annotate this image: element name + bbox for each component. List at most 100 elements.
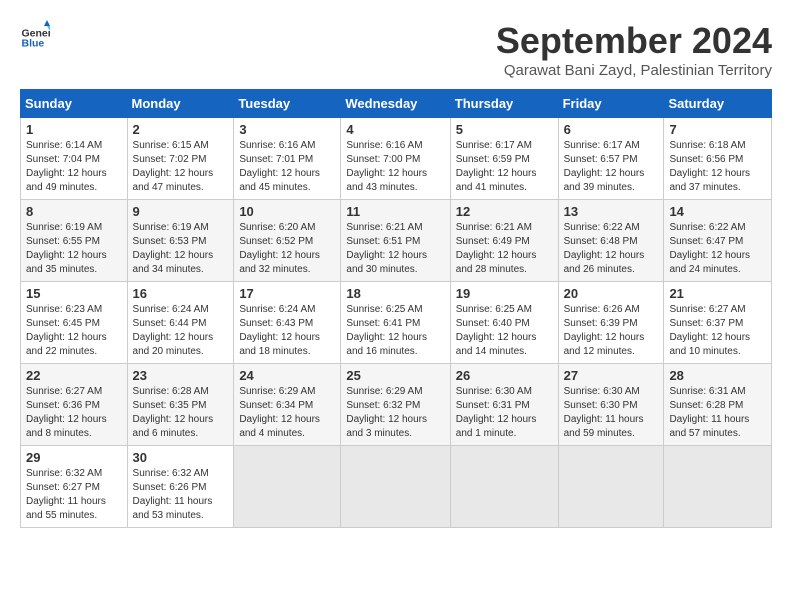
day-header-monday: Monday: [127, 90, 234, 118]
day-info: Sunrise: 6:19 AM Sunset: 6:53 PM Dayligh…: [133, 221, 229, 277]
calendar-week-4: 22 Sunrise: 6:27 AM Sunset: 6:36 PM Dayli…: [21, 364, 772, 446]
day-info: Sunrise: 6:27 AM Sunset: 6:37 PM Dayligh…: [669, 303, 766, 359]
calendar-cell: 17Sunrise: 6:24 AM Sunset: 6:43 PM Dayli…: [234, 282, 341, 364]
calendar-week-3: 15 Sunrise: 6:23 AM Sunset: 6:45 PM Dayli…: [21, 282, 772, 364]
calendar-cell: 9 Sunrise: 6:19 AM Sunset: 6:53 PM Daylig…: [127, 200, 234, 282]
day-info: Sunrise: 6:30 AM Sunset: 6:30 PM Dayligh…: [564, 385, 659, 441]
day-number: 22: [26, 368, 122, 383]
calendar-cell: 23 Sunrise: 6:28 AM Sunset: 6:35 PM Dayli…: [127, 364, 234, 446]
calendar-header-row: SundayMondayTuesdayWednesdayThursdayFrid…: [21, 90, 772, 118]
day-number: 7: [669, 122, 766, 137]
day-info: Sunrise: 6:25 AM Sunset: 6:41 PM Dayligh…: [346, 303, 444, 359]
calendar-week-1: 1 Sunrise: 6:14 AM Sunset: 7:04 PM Daylig…: [21, 118, 772, 200]
day-info: Sunrise: 6:17 AM Sunset: 6:59 PM Dayligh…: [456, 139, 553, 195]
day-number: 15: [26, 286, 122, 301]
location-subtitle: Qarawat Bani Zayd, Palestinian Territory: [496, 62, 772, 79]
day-info: Sunrise: 6:17 AM Sunset: 6:57 PM Dayligh…: [564, 139, 659, 195]
calendar-cell: [664, 446, 772, 528]
day-number: 1: [26, 122, 122, 137]
day-header-saturday: Saturday: [664, 90, 772, 118]
day-info: Sunrise: 6:25 AM Sunset: 6:40 PM Dayligh…: [456, 303, 553, 359]
calendar-cell: 13 Sunrise: 6:22 AM Sunset: 6:48 PM Dayli…: [558, 200, 664, 282]
day-number: 28: [669, 368, 766, 383]
calendar-cell: 16 Sunrise: 6:24 AM Sunset: 6:44 PM Dayli…: [127, 282, 234, 364]
calendar-cell: 18 Sunrise: 6:25 AM Sunset: 6:41 PM Dayli…: [341, 282, 450, 364]
day-number: 10: [239, 204, 335, 219]
day-info: Sunrise: 6:21 AM Sunset: 6:51 PM Dayligh…: [346, 221, 444, 277]
day-info: Sunrise: 6:16 AM Sunset: 7:01 PM Dayligh…: [239, 139, 335, 195]
day-number: 17: [239, 286, 335, 301]
month-title: September 2024: [496, 20, 772, 62]
day-info: Sunrise: 6:29 AM Sunset: 6:34 PM Dayligh…: [239, 385, 335, 441]
day-info: Sunrise: 6:22 AM Sunset: 6:47 PM Dayligh…: [669, 221, 766, 277]
day-number: 12: [456, 204, 553, 219]
day-info: Sunrise: 6:26 AM Sunset: 6:39 PM Dayligh…: [564, 303, 659, 359]
day-number: 25: [346, 368, 444, 383]
day-number: 2: [133, 122, 229, 137]
day-number: 23: [133, 368, 229, 383]
calendar-cell: 21Sunrise: 6:27 AM Sunset: 6:37 PM Dayli…: [664, 282, 772, 364]
calendar-cell: 10 Sunrise: 6:20 AM Sunset: 6:52 PM Dayli…: [234, 200, 341, 282]
day-info: Sunrise: 6:19 AM Sunset: 6:55 PM Dayligh…: [26, 221, 122, 277]
svg-text:Blue: Blue: [22, 37, 45, 49]
day-info: Sunrise: 6:22 AM Sunset: 6:48 PM Dayligh…: [564, 221, 659, 277]
page-header: General Blue September 2024 Qarawat Bani…: [20, 20, 772, 79]
calendar-cell: 29 Sunrise: 6:32 AM Sunset: 6:27 PM Dayli…: [21, 446, 128, 528]
calendar-table: SundayMondayTuesdayWednesdayThursdayFrid…: [20, 89, 772, 528]
day-info: Sunrise: 6:15 AM Sunset: 7:02 PM Dayligh…: [133, 139, 229, 195]
day-number: 18: [346, 286, 444, 301]
day-number: 9: [133, 204, 229, 219]
day-number: 19: [456, 286, 553, 301]
calendar-cell: 22 Sunrise: 6:27 AM Sunset: 6:36 PM Dayli…: [21, 364, 128, 446]
day-info: Sunrise: 6:28 AM Sunset: 6:35 PM Dayligh…: [133, 385, 229, 441]
calendar-cell: [234, 446, 341, 528]
calendar-cell: 19 Sunrise: 6:25 AM Sunset: 6:40 PM Dayli…: [450, 282, 558, 364]
logo-icon: General Blue: [20, 20, 50, 50]
calendar-week-5: 29 Sunrise: 6:32 AM Sunset: 6:27 PM Dayli…: [21, 446, 772, 528]
day-number: 11: [346, 204, 444, 219]
day-number: 29: [26, 450, 122, 465]
calendar-cell: 26 Sunrise: 6:30 AM Sunset: 6:31 PM Dayli…: [450, 364, 558, 446]
calendar-week-2: 8 Sunrise: 6:19 AM Sunset: 6:55 PM Daylig…: [21, 200, 772, 282]
day-number: 6: [564, 122, 659, 137]
day-number: 13: [564, 204, 659, 219]
day-number: 8: [26, 204, 122, 219]
calendar-cell: 24 Sunrise: 6:29 AM Sunset: 6:34 PM Dayli…: [234, 364, 341, 446]
day-number: 5: [456, 122, 553, 137]
calendar-cell: 11 Sunrise: 6:21 AM Sunset: 6:51 PM Dayli…: [341, 200, 450, 282]
day-number: 26: [456, 368, 553, 383]
day-info: Sunrise: 6:32 AM Sunset: 6:27 PM Dayligh…: [26, 467, 122, 523]
calendar-cell: [558, 446, 664, 528]
day-info: Sunrise: 6:30 AM Sunset: 6:31 PM Dayligh…: [456, 385, 553, 441]
calendar-cell: 14 Sunrise: 6:22 AM Sunset: 6:47 PM Dayli…: [664, 200, 772, 282]
day-info: Sunrise: 6:21 AM Sunset: 6:49 PM Dayligh…: [456, 221, 553, 277]
calendar-cell: 27 Sunrise: 6:30 AM Sunset: 6:30 PM Dayli…: [558, 364, 664, 446]
logo: General Blue: [20, 20, 50, 50]
calendar-cell: 12 Sunrise: 6:21 AM Sunset: 6:49 PM Dayli…: [450, 200, 558, 282]
day-info: Sunrise: 6:18 AM Sunset: 6:56 PM Dayligh…: [669, 139, 766, 195]
day-info: Sunrise: 6:32 AM Sunset: 6:26 PM Dayligh…: [133, 467, 229, 523]
day-info: Sunrise: 6:20 AM Sunset: 6:52 PM Dayligh…: [239, 221, 335, 277]
day-number: 30: [133, 450, 229, 465]
calendar-cell: 25 Sunrise: 6:29 AM Sunset: 6:32 PM Dayli…: [341, 364, 450, 446]
calendar-cell: 2 Sunrise: 6:15 AM Sunset: 7:02 PM Daylig…: [127, 118, 234, 200]
day-number: 27: [564, 368, 659, 383]
day-header-friday: Friday: [558, 90, 664, 118]
day-info: Sunrise: 6:29 AM Sunset: 6:32 PM Dayligh…: [346, 385, 444, 441]
calendar-cell: 15 Sunrise: 6:23 AM Sunset: 6:45 PM Dayli…: [21, 282, 128, 364]
calendar-cell: 28Sunrise: 6:31 AM Sunset: 6:28 PM Dayli…: [664, 364, 772, 446]
day-header-sunday: Sunday: [21, 90, 128, 118]
day-number: 14: [669, 204, 766, 219]
day-info: Sunrise: 6:16 AM Sunset: 7:00 PM Dayligh…: [346, 139, 444, 195]
calendar-cell: 1 Sunrise: 6:14 AM Sunset: 7:04 PM Daylig…: [21, 118, 128, 200]
calendar-cell: 5 Sunrise: 6:17 AM Sunset: 6:59 PM Daylig…: [450, 118, 558, 200]
day-info: Sunrise: 6:23 AM Sunset: 6:45 PM Dayligh…: [26, 303, 122, 359]
day-number: 24: [239, 368, 335, 383]
day-header-tuesday: Tuesday: [234, 90, 341, 118]
calendar-cell: 20 Sunrise: 6:26 AM Sunset: 6:39 PM Dayli…: [558, 282, 664, 364]
day-number: 16: [133, 286, 229, 301]
day-info: Sunrise: 6:14 AM Sunset: 7:04 PM Dayligh…: [26, 139, 122, 195]
day-info: Sunrise: 6:27 AM Sunset: 6:36 PM Dayligh…: [26, 385, 122, 441]
day-number: 20: [564, 286, 659, 301]
day-info: Sunrise: 6:24 AM Sunset: 6:44 PM Dayligh…: [133, 303, 229, 359]
